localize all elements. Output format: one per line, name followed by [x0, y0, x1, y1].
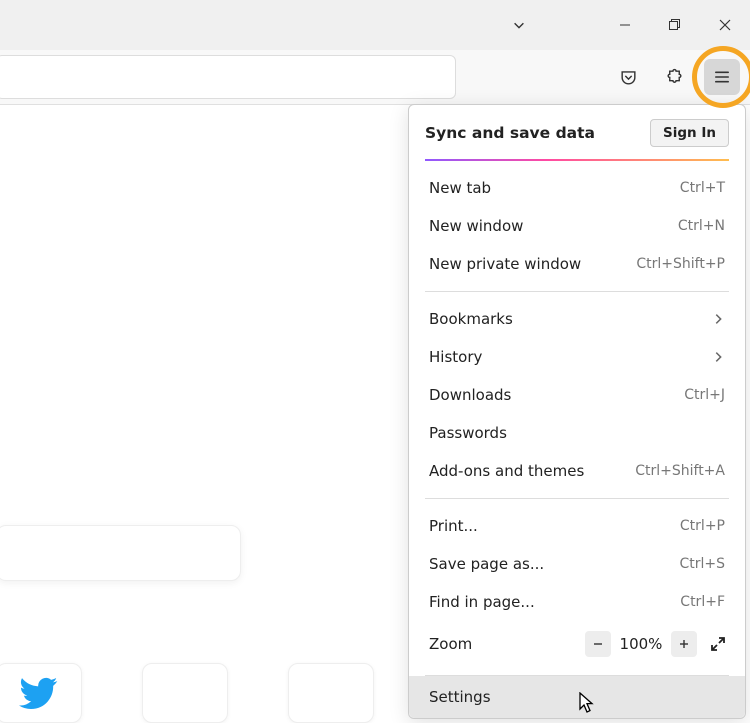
menu-section-library: Bookmarks History Downloads Ctrl+J Passw… [409, 292, 745, 498]
menu-item-shortcut: Ctrl+S [679, 556, 725, 572]
fullscreen-icon [710, 636, 726, 652]
menu-item-shortcut: Ctrl+P [680, 518, 725, 534]
zoom-label: Zoom [429, 635, 472, 653]
chevron-right-icon [711, 312, 725, 326]
menu-sync-header: Sync and save data Sign In [409, 105, 745, 159]
menu-item-shortcut: Ctrl+Shift+P [636, 256, 725, 272]
menu-item-passwords[interactable]: Passwords [409, 414, 745, 452]
menu-item-new-window[interactable]: New window Ctrl+N [409, 207, 745, 245]
top-site-twitter[interactable] [0, 663, 82, 723]
close-icon [719, 19, 731, 31]
menu-item-bookmarks[interactable]: Bookmarks [409, 300, 745, 338]
menu-section-settings: Settings [409, 676, 745, 718]
menu-item-label: Bookmarks [429, 310, 513, 328]
zoom-value: 100% [619, 635, 663, 653]
pocket-button[interactable] [612, 61, 644, 93]
menu-item-new-tab[interactable]: New tab Ctrl+T [409, 169, 745, 207]
minimize-icon [619, 19, 631, 31]
menu-item-label: History [429, 348, 482, 366]
browser-toolbar [0, 50, 750, 105]
menu-item-addons[interactable]: Add-ons and themes Ctrl+Shift+A [409, 452, 745, 490]
close-button[interactable] [702, 5, 748, 45]
minus-icon [592, 638, 604, 650]
menu-item-label: New window [429, 217, 523, 235]
zoom-out-button[interactable] [585, 631, 611, 657]
top-site-tile[interactable] [142, 663, 228, 723]
app-menu-panel: Sync and save data Sign In New tab Ctrl+… [408, 104, 746, 719]
menu-item-print[interactable]: Print... Ctrl+P [409, 507, 745, 545]
menu-item-label: Find in page... [429, 593, 535, 611]
extensions-button[interactable] [658, 61, 690, 93]
chevron-down-icon [512, 18, 526, 32]
tabs-dropdown-button[interactable] [496, 5, 542, 45]
fullscreen-button[interactable] [705, 631, 731, 657]
menu-item-find[interactable]: Find in page... Ctrl+F [409, 583, 745, 621]
app-menu-button[interactable] [704, 59, 740, 95]
menu-item-label: Add-ons and themes [429, 462, 584, 480]
maximize-button[interactable] [652, 5, 698, 45]
twitter-icon [19, 673, 59, 713]
menu-item-history[interactable]: History [409, 338, 745, 376]
window-titlebar [0, 0, 750, 50]
menu-item-shortcut: Ctrl+J [684, 387, 725, 403]
zoom-in-button[interactable] [671, 631, 697, 657]
sign-in-button[interactable]: Sign In [650, 119, 729, 147]
menu-item-label: Settings [429, 688, 491, 706]
sync-title: Sync and save data [425, 124, 595, 142]
plus-icon [678, 638, 690, 650]
menu-item-zoom: Zoom 100% [409, 621, 745, 667]
pocket-icon [619, 68, 638, 87]
menu-item-label: Downloads [429, 386, 511, 404]
minimize-button[interactable] [602, 5, 648, 45]
menu-section-page: Print... Ctrl+P Save page as... Ctrl+S F… [409, 499, 745, 675]
chevron-right-icon [711, 350, 725, 364]
menu-item-downloads[interactable]: Downloads Ctrl+J [409, 376, 745, 414]
top-sites-row [0, 663, 374, 723]
menu-item-shortcut: Ctrl+N [678, 218, 725, 234]
menu-item-save-page[interactable]: Save page as... Ctrl+S [409, 545, 745, 583]
menu-item-shortcut: Ctrl+Shift+A [635, 463, 725, 479]
top-site-tile[interactable] [288, 663, 374, 723]
maximize-icon [669, 19, 681, 31]
menu-item-new-private-window[interactable]: New private window Ctrl+Shift+P [409, 245, 745, 283]
hamburger-icon [713, 68, 731, 86]
home-search-box[interactable] [0, 525, 241, 581]
menu-item-label: New private window [429, 255, 581, 273]
menu-item-label: New tab [429, 179, 491, 197]
puzzle-icon [665, 68, 684, 87]
menu-item-settings[interactable]: Settings [409, 676, 745, 718]
url-bar[interactable] [0, 55, 456, 99]
menu-item-label: Save page as... [429, 555, 544, 573]
menu-item-shortcut: Ctrl+T [680, 180, 725, 196]
menu-item-shortcut: Ctrl+F [680, 594, 725, 610]
menu-item-label: Passwords [429, 424, 507, 442]
menu-item-label: Print... [429, 517, 478, 535]
menu-section-new: New tab Ctrl+T New window Ctrl+N New pri… [409, 161, 745, 291]
